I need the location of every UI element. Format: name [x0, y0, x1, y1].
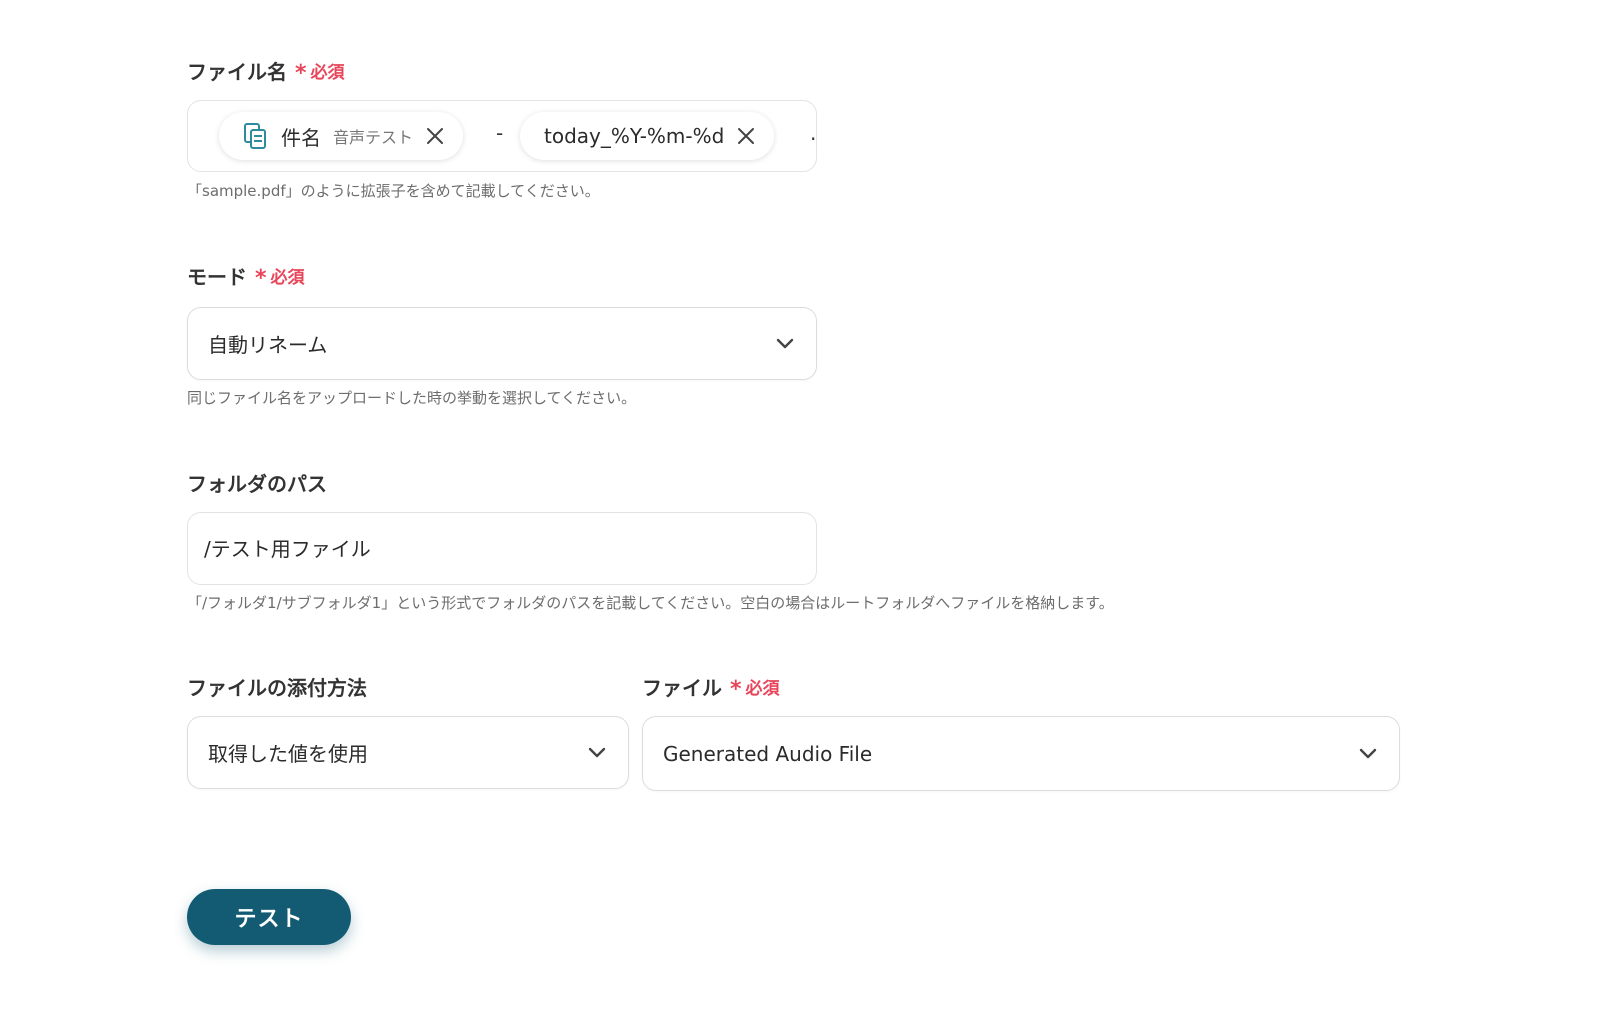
date-chip[interactable]: today_%Y-%m-%d [520, 112, 775, 160]
required-asterisk-icon: * [295, 60, 307, 86]
folder-label: フォルダのパス [187, 472, 327, 496]
date-chip-label: today_%Y-%m-%d [544, 124, 725, 148]
mode-select[interactable]: 自動リネーム [187, 307, 817, 380]
close-icon[interactable] [736, 126, 756, 146]
mode-select-value: 自動リネーム [208, 333, 328, 357]
filename-trailing-dot: . [810, 121, 817, 145]
file-label: ファイル * 必須 [642, 676, 780, 702]
required-asterisk-icon: * [255, 265, 267, 291]
required-badge: * 必須 [730, 676, 780, 702]
folder-hint: 「/フォルダ1/サブフォルダ1」という形式でフォルダのパスを記載してください。空… [187, 594, 1114, 612]
close-icon[interactable] [425, 126, 445, 146]
file-select-value: Generated Audio File [663, 741, 873, 766]
chevron-down-icon [586, 742, 608, 764]
subject-chip-value: 音声テスト [333, 128, 414, 147]
subject-chip[interactable]: 件名 音声テスト [219, 112, 464, 160]
folder-path-value: /テスト用ファイル [204, 537, 371, 561]
filename-separator: - [496, 121, 504, 145]
folder-path-input[interactable]: /テスト用ファイル [187, 512, 817, 585]
required-asterisk-icon: * [730, 676, 742, 702]
mode-hint: 同じファイル名をアップロードした時の挙動を選択してください。 [187, 389, 637, 407]
attach-method-value: 取得した値を使用 [208, 742, 368, 766]
filename-hint: 「sample.pdf」のように拡張子を含めて記載してください。 [187, 182, 600, 200]
required-badge: * 必須 [255, 265, 305, 291]
document-stack-icon [243, 122, 269, 150]
required-badge: * 必須 [295, 60, 345, 86]
attach-method-label: ファイルの添付方法 [187, 676, 367, 700]
chevron-down-icon [774, 333, 796, 355]
form-page: ファイル名 * 必須 件名 音声テスト - today_%Y-%m-%d . 「… [0, 0, 1600, 1009]
filename-label: ファイル名 * 必須 [187, 60, 345, 86]
file-select[interactable]: Generated Audio File [642, 716, 1400, 791]
filename-input[interactable]: 件名 音声テスト - today_%Y-%m-%d . [187, 100, 817, 172]
chevron-down-icon [1357, 743, 1379, 765]
test-button[interactable]: テスト [187, 889, 351, 945]
mode-label: モード * 必須 [187, 265, 305, 291]
attach-method-select[interactable]: 取得した値を使用 [187, 716, 629, 789]
subject-chip-label: 件名 [281, 125, 321, 150]
